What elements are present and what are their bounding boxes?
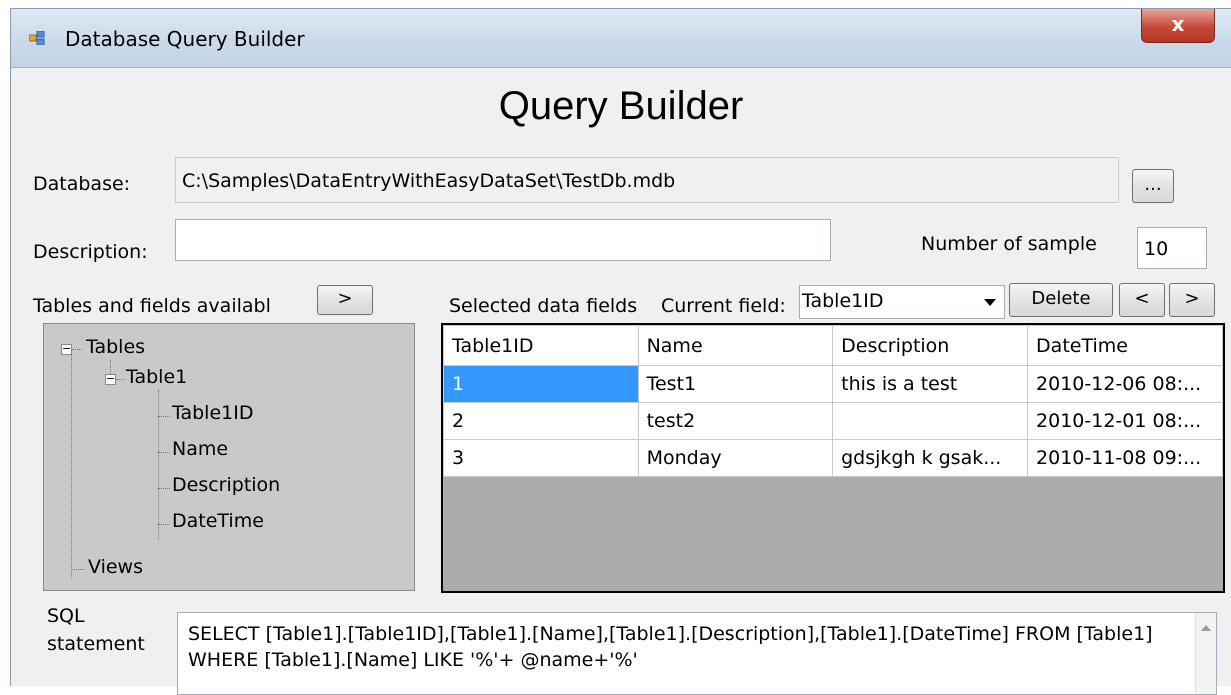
delete-field-button[interactable]: Delete: [1009, 283, 1113, 317]
data-table: Table1ID Name Description DateTime 1 Tes…: [443, 325, 1223, 477]
query-builder-window: Database Query Builder x Query Builder D…: [10, 8, 1231, 695]
scroll-up-icon[interactable]: [1201, 625, 1211, 631]
tree-node-table1[interactable]: Table1: [126, 366, 187, 388]
title-bar: Database Query Builder x: [11, 9, 1231, 68]
tables-fields-label: Tables and fields availabl: [33, 295, 271, 317]
sql-statement-textarea[interactable]: SELECT [Table1].[Table1ID],[Table1].[Nam…: [177, 612, 1217, 695]
column-header[interactable]: Table1ID: [443, 325, 639, 366]
current-field-label: Current field:: [661, 295, 786, 317]
sql-label-line1: SQL: [47, 605, 85, 627]
table-cell[interactable]: Test1: [637, 365, 834, 403]
table-cell[interactable]: 1: [443, 365, 639, 403]
table-cell[interactable]: 2: [443, 402, 639, 440]
sample-count-input[interactable]: 10: [1137, 227, 1207, 269]
tree-node-views[interactable]: Views: [88, 556, 143, 578]
table-cell[interactable]: 2010-12-01 08:...: [1027, 402, 1223, 440]
page-title: Query Builder: [498, 84, 744, 128]
tree-node-tables[interactable]: Tables: [86, 336, 145, 358]
window-title: Database Query Builder: [65, 27, 305, 51]
tree-node-field[interactable]: Name: [172, 438, 228, 460]
table-row[interactable]: 1 Test1 this is a test 2010-12-06 08:...: [443, 365, 1223, 403]
database-label: Database:: [33, 173, 131, 195]
current-field-select[interactable]: Table1ID: [799, 285, 1005, 319]
sample-data-grid[interactable]: Table1ID Name Description DateTime 1 Tes…: [441, 323, 1225, 593]
move-right-button[interactable]: >: [1169, 283, 1215, 317]
table-cell[interactable]: this is a test: [832, 365, 1029, 403]
sql-scrollbar[interactable]: [1195, 613, 1216, 694]
dropdown-arrow-icon[interactable]: [984, 299, 996, 306]
sql-statement-text: SELECT [Table1].[Table1ID],[Table1].[Nam…: [188, 623, 1153, 671]
selected-fields-label: Selected data fields: [449, 295, 638, 317]
description-input[interactable]: [175, 219, 831, 261]
move-left-button[interactable]: <: [1119, 283, 1165, 317]
add-field-button[interactable]: >: [317, 285, 373, 315]
browse-database-button[interactable]: ...: [1132, 169, 1174, 203]
table-cell[interactable]: 3: [443, 439, 639, 477]
collapse-tables-icon[interactable]: −: [61, 343, 72, 355]
table-cell[interactable]: 2010-12-06 08:...: [1027, 365, 1223, 403]
table-cell[interactable]: 2010-11-08 09:...: [1027, 439, 1223, 477]
close-button[interactable]: x: [1141, 9, 1215, 43]
app-icon: [29, 31, 45, 45]
current-field-value: Table1ID: [802, 290, 884, 312]
column-header[interactable]: Description: [832, 325, 1029, 366]
table-row[interactable]: 2 test2 2010-12-01 08:...: [443, 402, 1223, 440]
collapse-table1-icon[interactable]: −: [105, 373, 116, 385]
description-label: Description:: [33, 241, 148, 263]
sql-label-line2: statement: [47, 633, 145, 655]
column-header[interactable]: Name: [637, 325, 834, 366]
table-cell[interactable]: test2: [637, 402, 834, 440]
database-path-field[interactable]: C:\Samples\DataEntryWithEasyDataSet\Test…: [175, 157, 1119, 203]
table-cell[interactable]: gdsjkgh k gsak...: [832, 439, 1029, 477]
table-cell[interactable]: [832, 402, 1029, 440]
table-cell[interactable]: Monday: [637, 439, 834, 477]
tree-node-field[interactable]: DateTime: [172, 510, 264, 532]
tree-node-field[interactable]: Table1ID: [172, 402, 253, 424]
sample-count-label: Number of sample: [921, 233, 1097, 255]
table-header-row: Table1ID Name Description DateTime: [443, 325, 1223, 366]
table-row[interactable]: 3 Monday gdsjkgh k gsak... 2010-11-08 09…: [443, 439, 1223, 477]
column-header[interactable]: DateTime: [1027, 325, 1223, 366]
tree-node-field[interactable]: Description: [172, 474, 280, 496]
tables-tree[interactable]: − Tables − Table1 Table1ID Name Descript…: [43, 323, 415, 591]
